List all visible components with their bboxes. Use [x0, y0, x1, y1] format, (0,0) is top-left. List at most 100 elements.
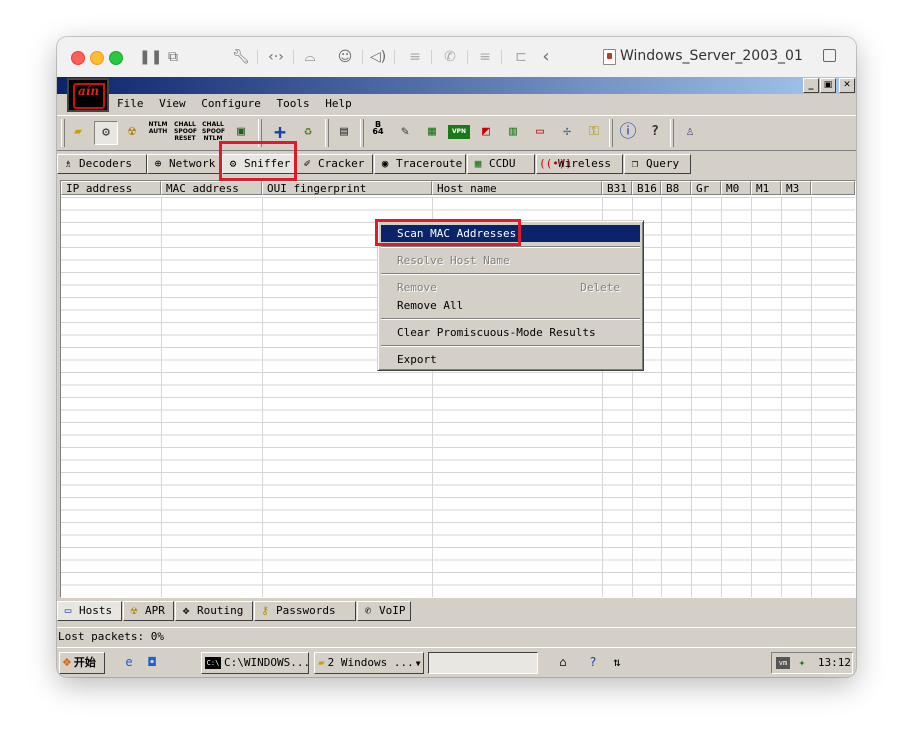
- column-gr[interactable]: Gr: [691, 181, 721, 195]
- snapshot-icon[interactable]: ⧉: [165, 47, 181, 67]
- column-m1[interactable]: M1: [751, 181, 781, 195]
- task-cmd[interactable]: C:\ C:\WINDOWS...: [201, 652, 309, 674]
- cmd-icon: C:\: [205, 657, 221, 669]
- minimize-window-button[interactable]: [90, 51, 104, 65]
- chall-spoof-reset-icon[interactable]: CHALL SPOOF RESET: [174, 121, 197, 143]
- phone-icon[interactable]: ✆: [442, 47, 458, 67]
- help-tray-icon[interactable]: ?: [585, 654, 601, 670]
- column-ip-address[interactable]: IP address: [61, 181, 161, 195]
- ccdu-tab-icon: ▦: [474, 157, 482, 170]
- menu-resolve-host-name[interactable]: Resolve Host Name: [381, 252, 640, 269]
- windows-logo-icon: ❖: [62, 656, 72, 669]
- zoom-window-button[interactable]: [109, 51, 123, 65]
- network-icon[interactable]: ✢: [556, 121, 578, 143]
- tab-traceroute[interactable]: ◉ Traceroute: [374, 154, 466, 174]
- bottom-tabs: ▭ Hosts ☢ APR ✥ Routing ⚷ Passwords ✆ VoIP: [57, 599, 856, 621]
- tab-ccdu[interactable]: ▦ CCDU: [467, 154, 535, 174]
- language-icon[interactable]: ⇅: [609, 654, 625, 670]
- arrows-icon[interactable]: ‹·›: [265, 47, 287, 67]
- column-b16[interactable]: B16: [632, 181, 661, 195]
- tab-voip[interactable]: ✆ VoIP: [357, 601, 411, 621]
- menu-export[interactable]: Export: [381, 351, 640, 368]
- info-icon[interactable]: ⓘ: [617, 121, 639, 143]
- speaker-icon[interactable]: ◁): [370, 47, 386, 67]
- decoder-icon[interactable]: ✎: [394, 121, 416, 143]
- menu-remove[interactable]: Remove Delete: [381, 279, 640, 296]
- tab-decoders[interactable]: ♗ Decoders: [57, 154, 147, 174]
- tab-apr[interactable]: ☢ APR: [123, 601, 174, 621]
- folder-icon: ▰: [318, 656, 325, 669]
- app-restore-button[interactable]: ▣: [820, 78, 836, 93]
- radiation-icon[interactable]: ☢: [121, 121, 143, 143]
- tab-cracker[interactable]: ✐ Cracker: [296, 154, 373, 174]
- tab-network[interactable]: ⊕ Network: [147, 154, 221, 174]
- cracker-icon: ✐: [303, 157, 311, 170]
- base64-icon[interactable]: B 64: [367, 121, 389, 143]
- network-tray-icon[interactable]: ⌂: [555, 654, 571, 670]
- disk-icon[interactable]: ≡: [407, 47, 423, 67]
- menu-remove-all[interactable]: Remove All: [381, 297, 640, 314]
- column-mac-address[interactable]: MAC address: [161, 181, 262, 195]
- plus-icon[interactable]: +: [269, 121, 291, 143]
- task-windows-group[interactable]: ▰ 2 Windows ... ▼: [314, 652, 424, 674]
- ie-icon[interactable]: e: [121, 654, 137, 670]
- menu-file[interactable]: File: [117, 97, 144, 110]
- outlook-icon[interactable]: ◘: [144, 654, 160, 670]
- folder-share-icon[interactable]: ⊏: [512, 47, 530, 67]
- tab-query[interactable]: ❐ Query: [624, 154, 691, 174]
- menu-view[interactable]: View: [159, 97, 186, 110]
- vm-window: ❚❚ ⧉ 🔧︎ ‹·› ⌓ ☺ ◁) ≡ ✆ ≡ ⊏ ‹ Windows_Ser…: [57, 37, 856, 677]
- drive-icon[interactable]: ⌓: [302, 47, 318, 67]
- user-icon[interactable]: ☺: [337, 47, 353, 67]
- back-chevron-icon[interactable]: ‹: [539, 47, 553, 67]
- clock: 13:12: [817, 656, 851, 669]
- voip-icon: ✆: [364, 604, 372, 617]
- rc-icon[interactable]: ◩: [475, 121, 497, 143]
- column-b8[interactable]: B8: [661, 181, 691, 195]
- column-m0[interactable]: M0: [721, 181, 751, 195]
- cain-tray-icon[interactable]: ✦: [799, 656, 806, 669]
- column-m3[interactable]: M3: [781, 181, 811, 195]
- restore-icon[interactable]: [823, 49, 836, 62]
- vm-tools-icon[interactable]: vm: [776, 657, 790, 669]
- tv-icon[interactable]: ▭: [529, 121, 551, 143]
- tab-passwords[interactable]: ⚷ Passwords: [254, 601, 356, 621]
- tab-routing[interactable]: ✥ Routing: [175, 601, 253, 621]
- monitor-icon[interactable]: ▣: [230, 121, 252, 143]
- help-icon[interactable]: ?: [644, 121, 666, 143]
- key-icon[interactable]: ⚿: [583, 121, 605, 143]
- column-b31[interactable]: B31: [602, 181, 632, 195]
- app-close-button[interactable]: ✕: [839, 78, 855, 93]
- menu-clear-promiscuous[interactable]: Clear Promiscuous-Mode Results: [381, 324, 640, 341]
- close-window-button[interactable]: [71, 51, 85, 65]
- pause-icon[interactable]: ❚❚: [139, 47, 162, 67]
- ntlm-auth-icon[interactable]: NTLM AUTH: [147, 121, 169, 143]
- recycle-icon[interactable]: ♻: [297, 121, 319, 143]
- start-button[interactable]: ❖ 开始: [59, 652, 105, 674]
- column-host-name[interactable]: Host name: [432, 181, 602, 195]
- folder-open-icon[interactable]: ▰: [67, 121, 89, 143]
- column-oui-fingerprint[interactable]: OUI fingerprint: [262, 181, 432, 195]
- wrench-icon[interactable]: 🔧︎: [232, 47, 250, 67]
- cain-figure-icon[interactable]: ♙: [679, 121, 701, 143]
- menu-tools[interactable]: Tools: [276, 97, 309, 110]
- chall-spoof-ntlm-icon[interactable]: CHALL SPOOF NTLM: [202, 121, 225, 143]
- menu-help[interactable]: Help: [325, 97, 352, 110]
- hash-icon[interactable]: ▥: [502, 121, 524, 143]
- document-icon: [603, 49, 616, 65]
- task-empty[interactable]: [428, 652, 538, 674]
- tab-hosts[interactable]: ▭ Hosts: [57, 601, 122, 621]
- vm-titlebar: ❚❚ ⧉ 🔧︎ ‹·› ⌓ ☺ ◁) ≡ ✆ ≡ ⊏ ‹ Windows_Ser…: [57, 37, 856, 78]
- highlight-scan-mac: [375, 219, 521, 246]
- network-globe-icon: ⊕: [154, 157, 162, 170]
- app-minimize-button[interactable]: _: [803, 78, 819, 93]
- vpn-icon[interactable]: VPN: [448, 125, 470, 139]
- sniffer-icon[interactable]: ⚙: [94, 121, 118, 145]
- menubar: File View Configure Tools Help: [117, 97, 361, 113]
- menu-configure[interactable]: Configure: [201, 97, 261, 110]
- dropdown-arrow-icon: ▼: [415, 659, 421, 668]
- certificate-icon[interactable]: ▤: [333, 121, 355, 143]
- ccdu-icon[interactable]: ▦: [421, 121, 443, 143]
- tab-wireless[interactable]: ((•))Wireless: [536, 154, 623, 174]
- storage-icon[interactable]: ≡: [477, 47, 493, 67]
